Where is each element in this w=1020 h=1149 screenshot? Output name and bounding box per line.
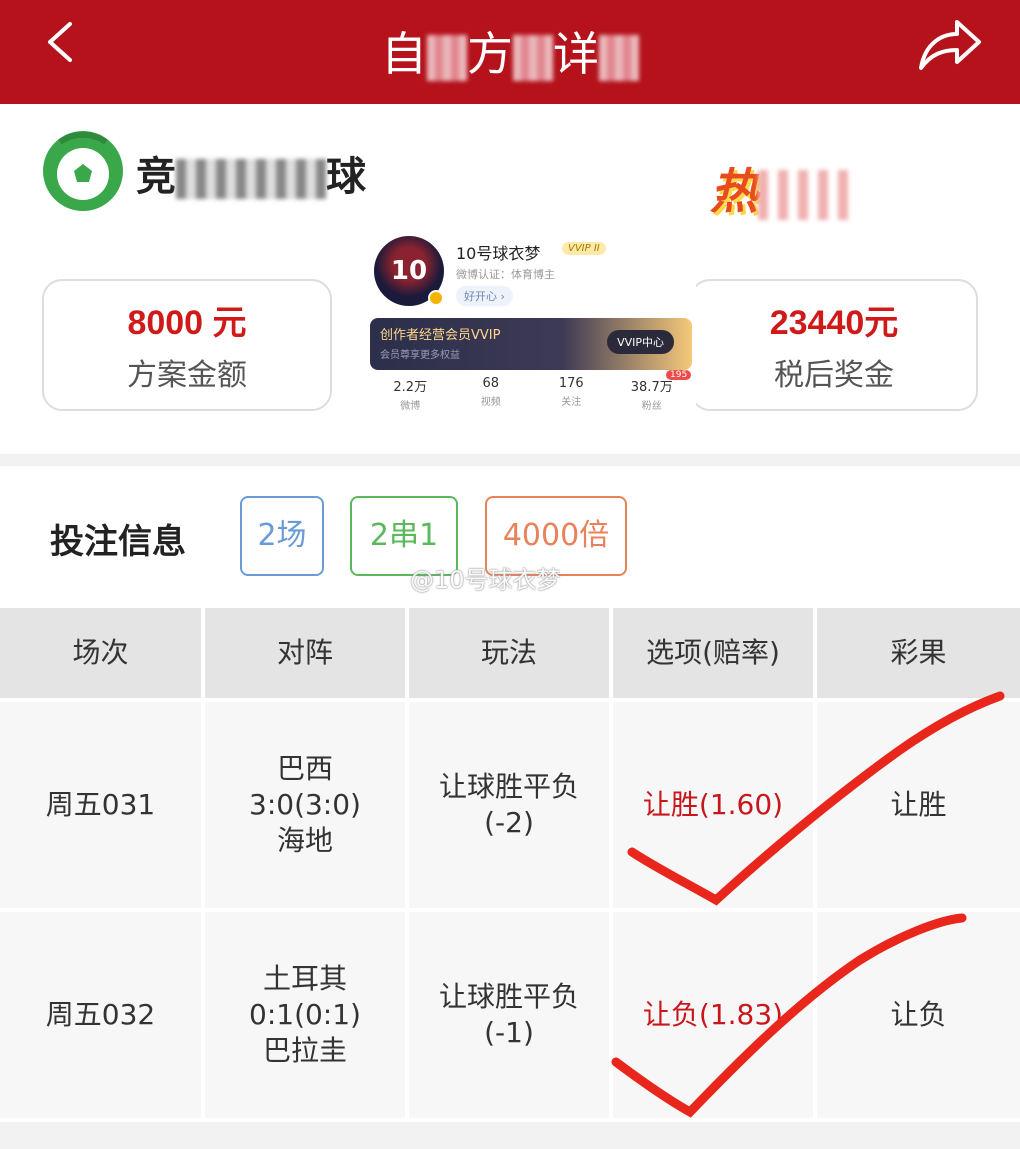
- bet-info-title: 投注信息: [50, 522, 186, 562]
- matchup: 巴西 3:0(3:0) 海地: [205, 702, 409, 912]
- option-odds: 让负(1.83): [613, 912, 817, 1122]
- option-odds: 让胜(1.60): [613, 702, 817, 912]
- banner-title: 创作者经营会员VVIP: [380, 328, 501, 343]
- profile-verify: 微博认证：体育博主: [456, 268, 555, 281]
- stat-posts[interactable]: 2.2万 微博: [370, 376, 451, 412]
- header-match-no: 场次: [0, 608, 205, 702]
- stat-followers[interactable]: 38.7万 粉丝: [612, 376, 693, 412]
- plan-summary: 竞球 热 8000 元 方案金额 23440元 税后奖金 10 10号球衣梦 V…: [0, 104, 1020, 454]
- mood-tag[interactable]: 好开心 ›: [456, 286, 513, 306]
- plan-amount-label: 方案金额: [127, 358, 247, 393]
- header-option: 选项(赔率): [613, 608, 817, 702]
- play-type: 让球胜平负 (-1): [409, 912, 613, 1122]
- banner-subtitle: 会员尊享更多权益: [380, 350, 460, 361]
- play-type: 让球胜平负 (-2): [409, 702, 613, 912]
- table-row: 周五031 巴西 3:0(3:0) 海地 让球胜平负 (-2) 让胜(1.60) 让胜: [0, 702, 1020, 912]
- verified-icon: [428, 290, 444, 306]
- result: 让胜: [817, 702, 1020, 912]
- prize-amount-label: 税后奖金: [774, 358, 894, 393]
- table-row: 周五032 土耳其 0:1(0:1) 巴拉圭 让球胜平负 (-1) 让负(1.83) …: [0, 912, 1020, 1122]
- share-icon[interactable]: [915, 14, 985, 74]
- prize-amount-value: 23440元: [769, 304, 899, 342]
- stat-following[interactable]: 176 关注: [531, 376, 612, 412]
- plan-amount-value: 8000 元: [127, 304, 247, 342]
- plan-amount-card: 8000 元 方案金额: [42, 279, 332, 411]
- hot-badge: 热: [690, 132, 990, 242]
- table-header-row: 场次 对阵 玩法 选项(赔率) 彩果: [0, 608, 1020, 702]
- brand-name: 竞球: [136, 154, 366, 200]
- profile-name[interactable]: 10号球衣梦: [456, 240, 540, 264]
- page-title: 自方详: [0, 18, 1020, 84]
- bet-table: 场次 对阵 玩法 选项(赔率) 彩果 周五031 巴西 3:0(3:0) 海地 让球…: [0, 608, 1020, 1122]
- prize-amount-card: 23440元 税后奖金: [690, 279, 978, 411]
- header-matchup: 对阵: [205, 608, 409, 702]
- notification-count: 195: [666, 370, 692, 380]
- vip-badge: VVIP II: [562, 242, 606, 255]
- stat-videos[interactable]: 68 视频: [451, 376, 532, 412]
- profile-stats: 2.2万 微博 68 视频 176 关注 38.7万 粉丝: [370, 376, 692, 412]
- bet-info-section: 投注信息 2场 2串1 4000倍 @10号球衣梦: [0, 466, 1020, 608]
- soccer-ball-icon: [43, 131, 123, 211]
- app-header: 自方详: [0, 0, 1020, 104]
- profile-card: 10 10号球衣梦 VVIP II 微博认证：体育博主 好开心 › 创作者经营会…: [366, 232, 696, 414]
- match-no: 周五032: [0, 912, 205, 1122]
- matchup: 土耳其 0:1(0:1) 巴拉圭: [205, 912, 409, 1122]
- vvip-center-button[interactable]: VVIP中心: [607, 330, 674, 354]
- match-no: 周五031: [0, 702, 205, 912]
- tag-matches: 2场: [240, 496, 324, 576]
- header-play: 玩法: [409, 608, 613, 702]
- watermark: @10号球衣梦: [410, 566, 561, 594]
- vvip-banner[interactable]: 创作者经营会员VVIP 会员尊享更多权益 VVIP中心: [370, 318, 692, 370]
- result: 让负: [817, 912, 1020, 1122]
- header-result: 彩果: [817, 608, 1020, 702]
